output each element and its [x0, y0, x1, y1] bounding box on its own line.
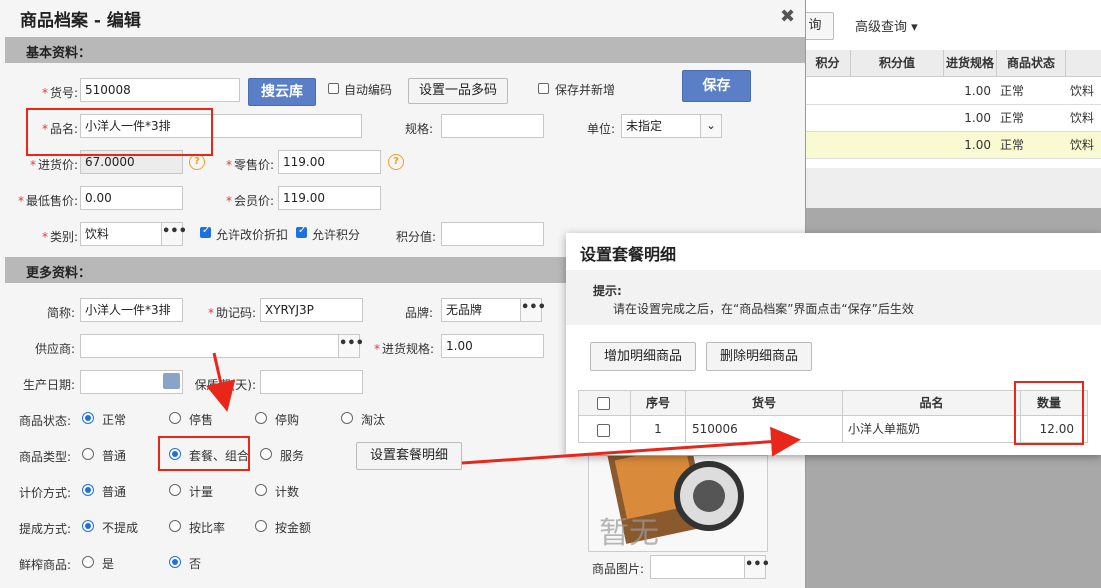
arrow-right: [461, 426, 801, 465]
annotation-arrows: [206, 352, 801, 465]
arrow-down: [206, 352, 236, 412]
